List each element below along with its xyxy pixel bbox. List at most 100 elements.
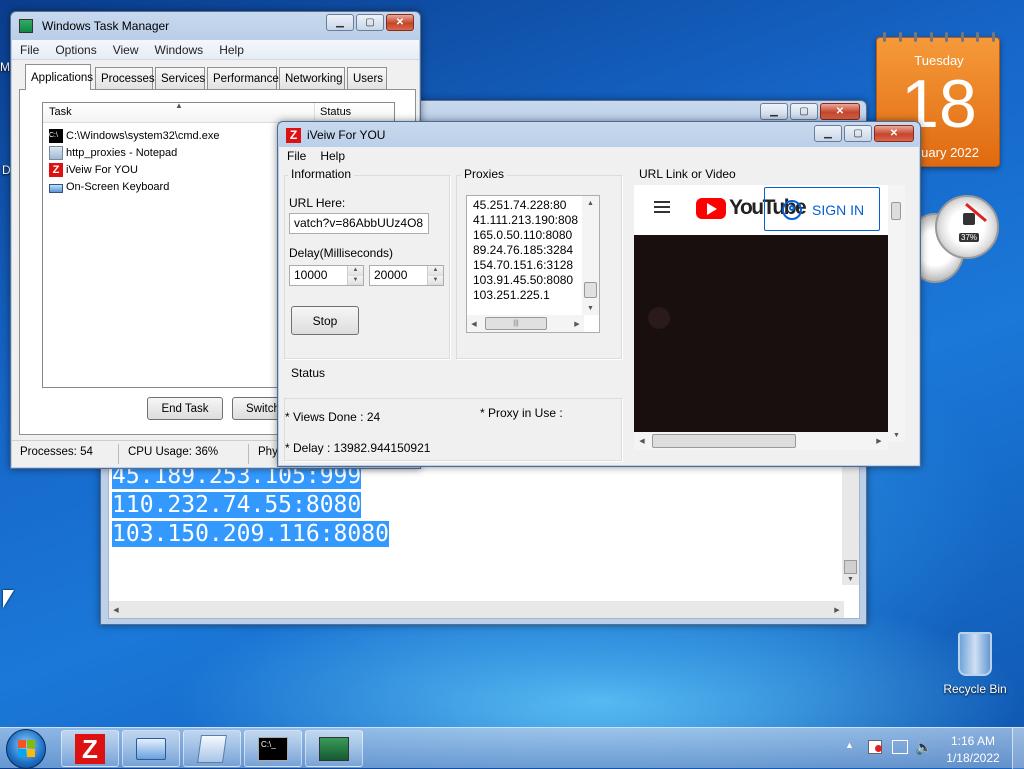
task-name: iVeiw For YOU <box>66 163 138 176</box>
column-status[interactable]: Status <box>320 106 351 118</box>
delay-max-spin[interactable]: ▲ ▼ <box>427 266 443 285</box>
url-input[interactable]: vatch?v=86AbbUUz4O8 <box>289 213 429 234</box>
tab-applications[interactable]: Applications <box>25 64 93 90</box>
taskbar-task-manager[interactable] <box>305 730 363 767</box>
iview-app-icon: Z <box>49 162 63 177</box>
scroll-thumb[interactable] <box>891 202 901 220</box>
tab-networking[interactable]: Networking <box>279 67 345 89</box>
browser-horizontal-scrollbar[interactable]: ◀ ▶ <box>634 432 888 450</box>
tab-users[interactable]: Users <box>347 67 387 89</box>
spin-down-icon[interactable]: ▼ <box>428 275 443 285</box>
scroll-thumb[interactable] <box>844 560 857 574</box>
youtube-logo-icon[interactable] <box>696 198 726 219</box>
maximize-icon[interactable]: ▢ <box>356 14 384 31</box>
proxy-list[interactable]: 45.251.74.228:80 41.111.213.190:808 165.… <box>466 195 600 333</box>
task-row[interactable]: http_proxies - Notepad <box>49 144 177 161</box>
tab-processes[interactable]: Processes <box>95 67 155 89</box>
scroll-thumb[interactable]: ||| <box>485 317 547 330</box>
task-row[interactable]: On-Screen Keyboard <box>49 178 169 195</box>
show-hidden-icons-icon[interactable]: ▲ <box>845 740 854 750</box>
menu-help[interactable]: Help <box>314 149 351 163</box>
task-row[interactable]: C:\ C:\Windows\system32\cmd.exe <box>49 127 219 144</box>
play-icon[interactable] <box>648 307 670 329</box>
scroll-left-icon[interactable]: ◀ <box>637 432 647 450</box>
spin-down-icon[interactable]: ▼ <box>348 275 363 285</box>
proxy-item[interactable]: 165.0.50.110:8080 <box>473 228 581 243</box>
browser-vertical-scrollbar[interactable]: ▼ <box>888 185 905 442</box>
menu-help[interactable]: Help <box>211 43 252 57</box>
end-task-button[interactable]: End Task <box>147 397 223 420</box>
close-icon[interactable]: ✕ <box>386 14 414 31</box>
network-icon[interactable] <box>892 740 908 754</box>
clock[interactable]: 1:16 AM 1/18/2022 <box>938 734 1008 765</box>
delay-min-stepper[interactable]: 10000 ▲ ▼ <box>289 265 364 286</box>
notepad-horizontal-scrollbar[interactable]: ◀ ▶ <box>109 601 844 618</box>
menu-windows[interactable]: Windows <box>147 43 212 57</box>
taskbar-notepad[interactable] <box>183 730 241 767</box>
tab-performance[interactable]: Performance <box>207 67 279 89</box>
scroll-thumb[interactable] <box>652 434 796 448</box>
column-task[interactable]: Task <box>49 106 72 118</box>
task-row[interactable]: ZiVeiw For YOU <box>49 161 138 178</box>
proxy-item[interactable]: 103.91.45.50:8080 <box>473 273 581 288</box>
proxy-horizontal-scrollbar[interactable]: ◀ ||| ▶ <box>467 315 584 332</box>
delay-max-stepper[interactable]: 20000 ▲ ▼ <box>369 265 444 286</box>
maximize-icon[interactable]: ▢ <box>844 125 872 142</box>
column-divider[interactable] <box>314 103 315 123</box>
menu-options[interactable]: Options <box>47 43 104 57</box>
start-button[interactable] <box>6 729 46 769</box>
action-center-icon[interactable] <box>868 740 882 754</box>
embedded-browser[interactable]: YouTube SIGN IN ▼ ◀ ▶ <box>634 185 907 475</box>
video-player[interactable] <box>634 235 888 432</box>
scroll-down-icon[interactable]: ▼ <box>582 303 599 313</box>
scroll-down-icon[interactable]: ▼ <box>842 573 859 585</box>
scroll-right-icon[interactable]: ▶ <box>572 315 582 332</box>
proxy-item[interactable]: 45.251.74.228:80 <box>473 198 581 213</box>
menu-file[interactable]: File <box>12 43 47 57</box>
status-cpu: CPU Usage: 36% <box>128 446 219 458</box>
close-icon[interactable]: ✕ <box>874 125 914 142</box>
minimize-icon[interactable]: ▁ <box>760 103 788 120</box>
minimize-icon[interactable]: ▁ <box>326 14 354 31</box>
menu-file[interactable]: File <box>279 149 314 163</box>
proxy-item[interactable]: 89.24.76.185:3284 <box>473 243 581 258</box>
recycle-bin[interactable]: Recycle Bin <box>940 630 1010 700</box>
notepad-line: 103.150.209.116:8080 <box>112 521 389 547</box>
scroll-up-icon[interactable]: ▲ <box>582 198 599 208</box>
taskbar-cmd[interactable]: C:\_ <box>244 730 302 767</box>
notepad-editor[interactable]: 45.189.253.105:999 110.232.74.55:8080 10… <box>108 454 860 619</box>
scroll-thumb[interactable] <box>584 282 597 298</box>
notepad-line: 110.232.74.55:8080 <box>112 492 362 518</box>
volume-icon[interactable]: 🔈 <box>915 739 932 756</box>
proxy-item[interactable]: 154.70.151.6:3128 <box>473 258 581 273</box>
delay-max-value: 20000 <box>374 268 408 282</box>
stop-button[interactable]: Stop <box>291 306 359 335</box>
recycle-bin-icon <box>958 632 992 676</box>
minimize-icon[interactable]: ▁ <box>814 125 842 142</box>
show-desktop-button[interactable] <box>1012 728 1024 769</box>
spin-up-icon[interactable]: ▲ <box>348 266 363 276</box>
taskbar-onscreen-keyboard[interactable] <box>122 730 180 767</box>
scroll-left-icon[interactable]: ◀ <box>109 601 123 618</box>
sign-in-button[interactable]: SIGN IN <box>764 187 880 231</box>
notepad-vertical-scrollbar[interactable]: ▼ <box>842 460 859 585</box>
scroll-down-icon[interactable]: ▼ <box>888 430 905 440</box>
tab-services[interactable]: Services <box>155 67 205 89</box>
hamburger-menu-icon[interactable] <box>654 201 670 213</box>
scroll-right-icon[interactable]: ▶ <box>874 432 884 450</box>
iview-app-icon: Z <box>286 127 301 143</box>
desktop-icon-label-m[interactable]: M <box>0 60 10 74</box>
taskbar-iview[interactable]: Z <box>61 730 119 767</box>
delay-min-spin[interactable]: ▲ ▼ <box>347 266 363 285</box>
iview-window[interactable]: Z iVeiw For YOU ▁ ▢ ✕ File Help Informat… <box>277 121 921 467</box>
close-icon[interactable]: ✕ <box>820 103 860 120</box>
proxy-vertical-scrollbar[interactable]: ▲ ▼ <box>582 196 599 315</box>
maximize-icon[interactable]: ▢ <box>790 103 818 120</box>
scroll-left-icon[interactable]: ◀ <box>469 315 479 332</box>
menu-view[interactable]: View <box>105 43 147 57</box>
spin-up-icon[interactable]: ▲ <box>428 266 443 276</box>
proxy-item[interactable]: 103.251.225.1 <box>473 288 581 303</box>
scroll-right-icon[interactable]: ▶ <box>830 601 844 618</box>
views-done-text: * Views Done : 24 <box>285 410 381 424</box>
proxy-item[interactable]: 41.111.213.190:808 <box>473 213 581 228</box>
